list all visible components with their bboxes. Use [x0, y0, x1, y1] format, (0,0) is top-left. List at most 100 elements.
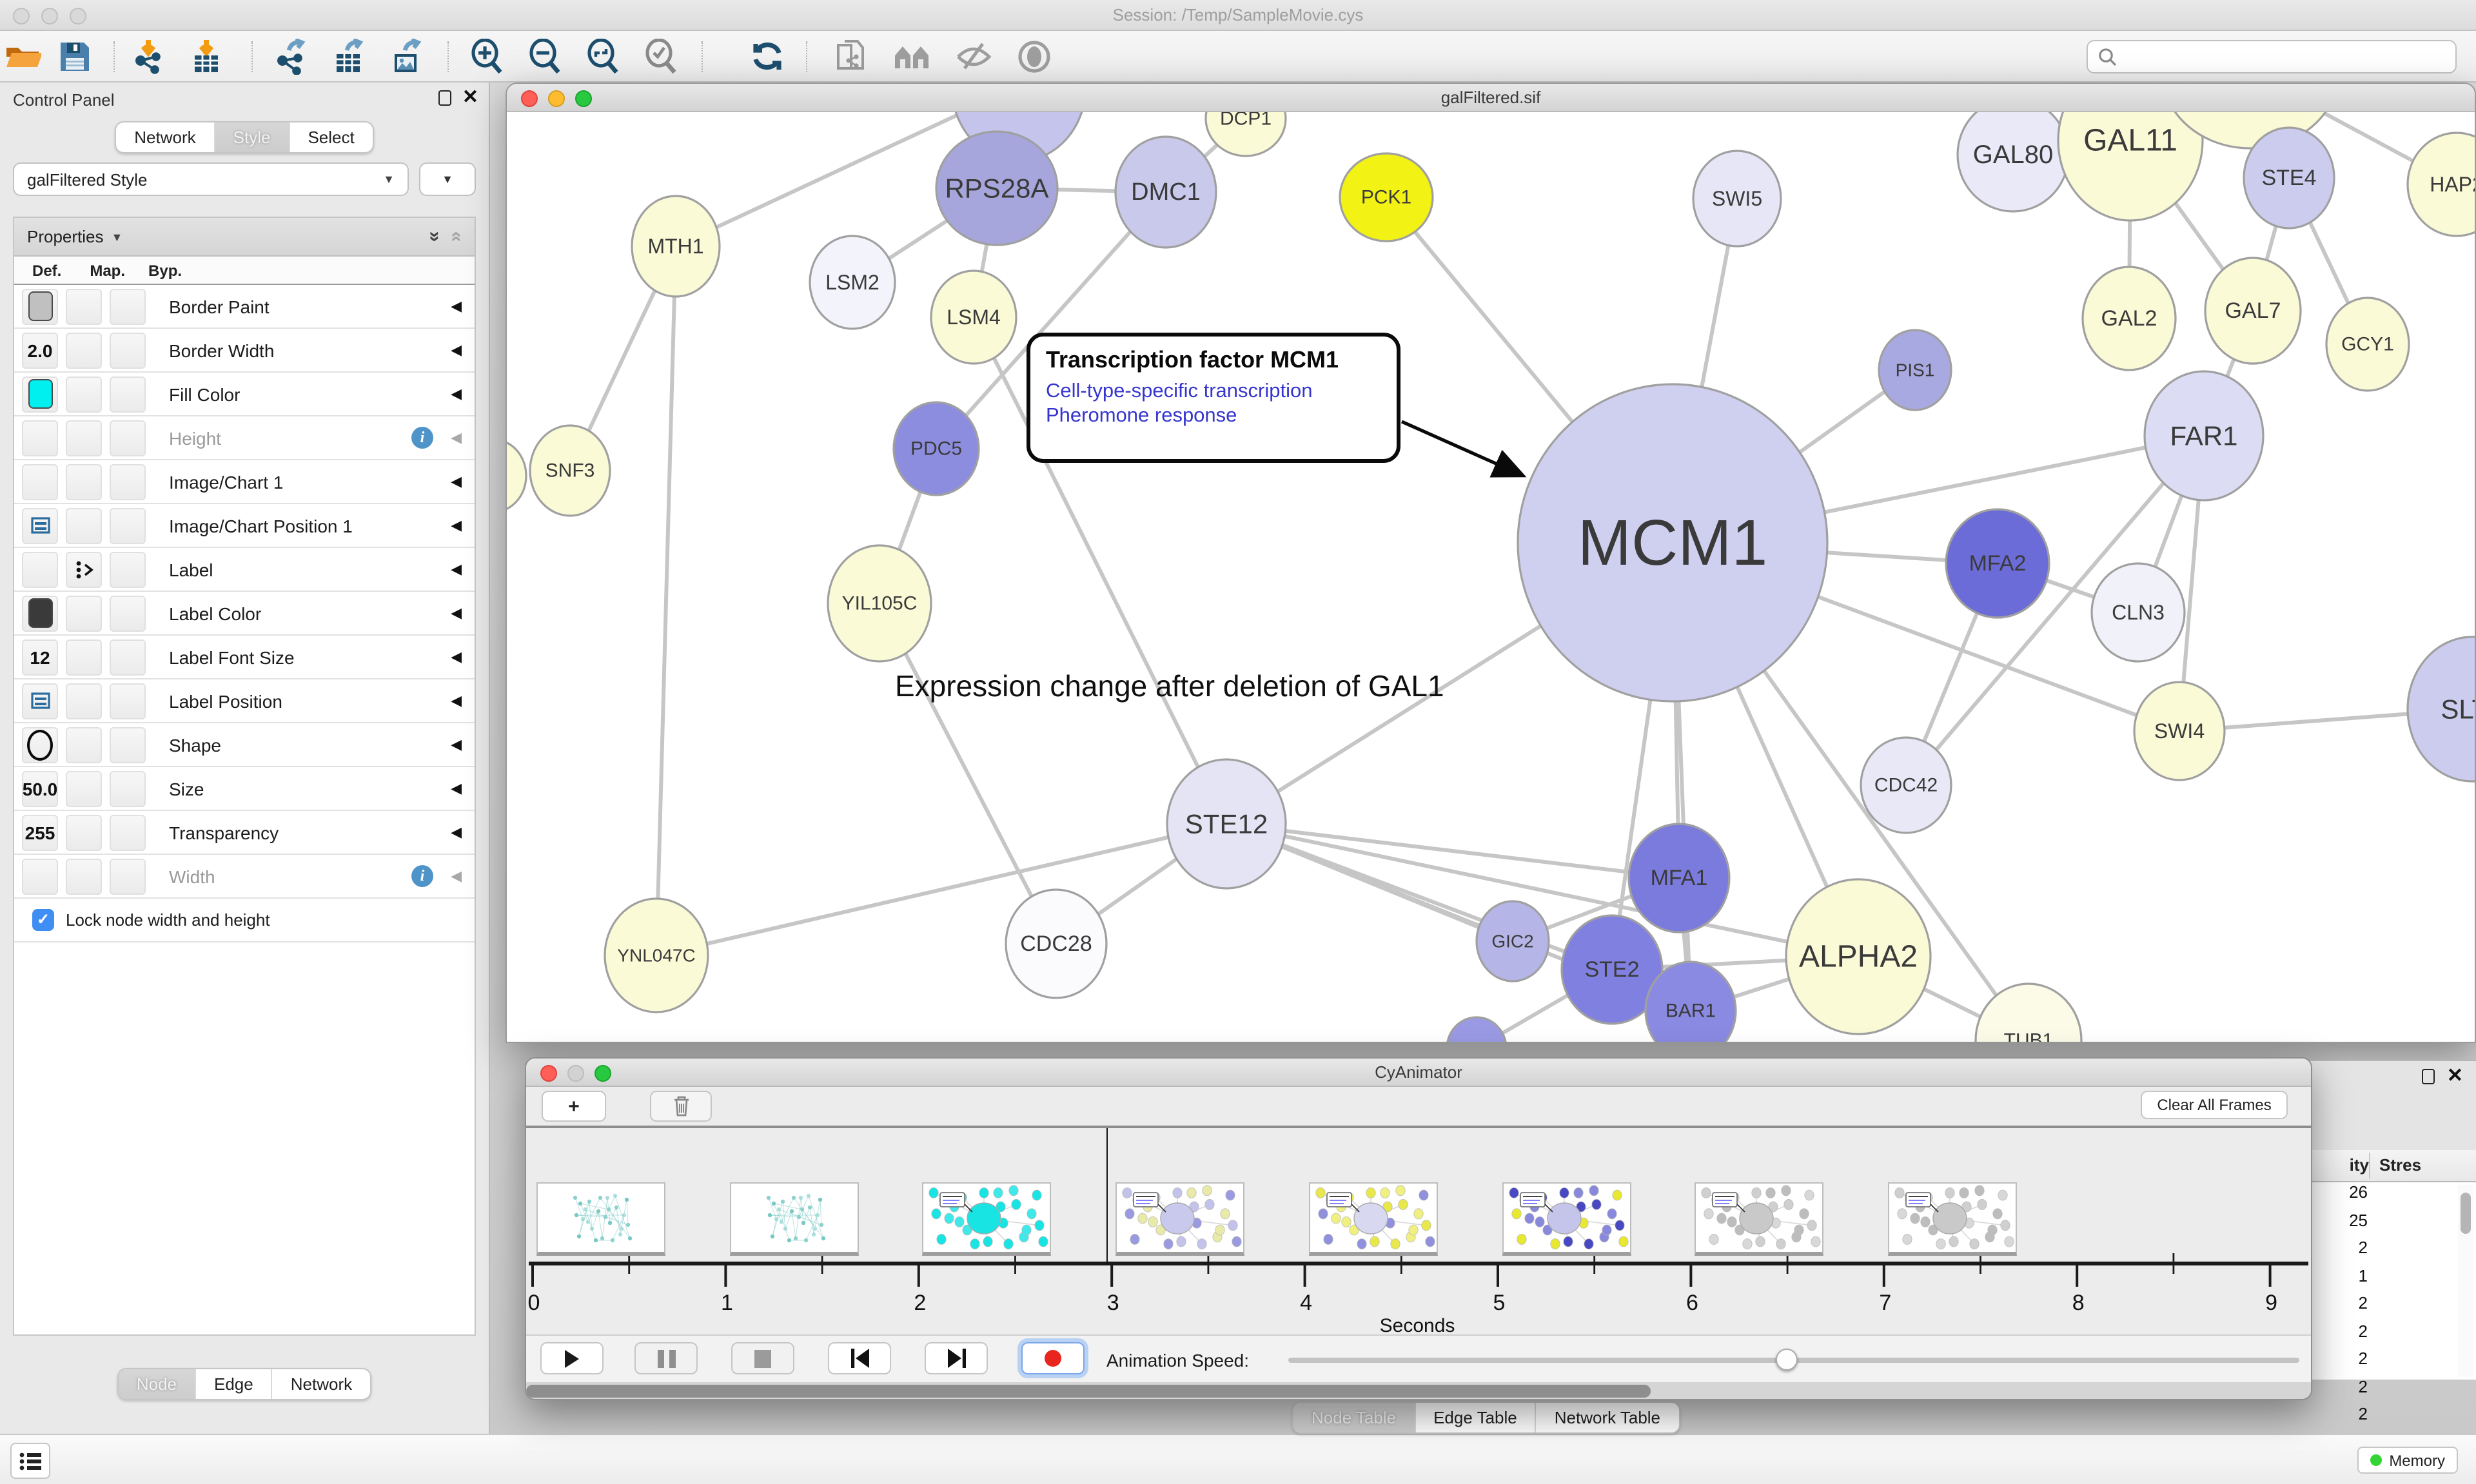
- global-search[interactable]: [2087, 40, 2457, 73]
- float-panel-icon[interactable]: [439, 90, 452, 106]
- property-row[interactable]: 12Label Font Size◀: [14, 636, 475, 679]
- tab-node-table[interactable]: Node Table: [1293, 1403, 1414, 1432]
- empty-cell[interactable]: [22, 858, 58, 894]
- empty-cell[interactable]: [66, 376, 102, 412]
- empty-cell[interactable]: [110, 727, 146, 763]
- network-node-ste12[interactable]: STE12: [1167, 759, 1286, 888]
- expand-all-icon[interactable]: »: [424, 231, 446, 242]
- property-row[interactable]: Image/Chart Position 1◀: [14, 504, 475, 548]
- chevron-down-icon[interactable]: ▼: [112, 230, 123, 243]
- property-row[interactable]: Heighti◀: [14, 416, 475, 460]
- table-row[interactable]: 2: [2310, 1238, 2476, 1265]
- network-node-hap2[interactable]: HAP2: [2408, 133, 2475, 236]
- empty-cell[interactable]: [110, 288, 146, 324]
- empty-cell[interactable]: [66, 727, 102, 763]
- empty-cell[interactable]: [110, 376, 146, 412]
- network-edge[interactable]: [656, 246, 676, 955]
- info-icon[interactable]: i: [411, 865, 433, 887]
- empty-cell[interactable]: [66, 420, 102, 456]
- network-node-gal80[interactable]: GAL80: [1958, 112, 2068, 211]
- property-row[interactable]: Widthi◀: [14, 855, 475, 899]
- skip-to-end-button[interactable]: [925, 1342, 988, 1374]
- empty-cell[interactable]: [66, 683, 102, 719]
- annotation-text[interactable]: Expression change after deletion of GAL1: [895, 669, 1444, 704]
- expand-row-icon[interactable]: ◀: [451, 298, 462, 315]
- network-node-rps28a[interactable]: RPS28A: [936, 132, 1057, 245]
- empty-cell[interactable]: [66, 332, 102, 368]
- network-node-mfa2[interactable]: MFA2: [1946, 509, 2049, 618]
- annotation-box[interactable]: Transcription factor MCM1 Cell-type-spec…: [1027, 333, 1400, 463]
- close-panel-icon[interactable]: ✕: [2447, 1069, 2463, 1084]
- add-frame-button[interactable]: +: [542, 1091, 606, 1122]
- table-row[interactable]: 2: [2310, 1376, 2476, 1404]
- style-options-button[interactable]: ▼: [419, 162, 476, 196]
- network-node-tub1[interactable]: TUB1: [1976, 984, 2081, 1043]
- clear-all-frames-button[interactable]: Clear All Frames: [2141, 1091, 2288, 1119]
- float-panel-icon[interactable]: [2422, 1069, 2435, 1084]
- network-node-gal7[interactable]: GAL7: [2205, 258, 2301, 364]
- expand-row-icon[interactable]: ◀: [451, 780, 462, 797]
- animation-speed-slider[interactable]: [1288, 1358, 2299, 1363]
- table-row[interactable]: 2: [2310, 1404, 2476, 1432]
- property-row[interactable]: Label◀: [14, 548, 475, 592]
- zoom-out-icon[interactable]: [525, 37, 564, 76]
- network-node-pis1[interactable]: PIS1: [1879, 330, 1951, 410]
- cyanimator-titlebar[interactable]: CyAnimator: [526, 1059, 2311, 1087]
- memory-status-badge[interactable]: Memory: [2357, 1447, 2458, 1474]
- default-value[interactable]: 2.0: [22, 332, 58, 368]
- network-node-cln3[interactable]: CLN3: [2092, 563, 2185, 661]
- network-node-pck1[interactable]: PCK1: [1340, 153, 1433, 241]
- network-node-mth1[interactable]: MTH1: [632, 196, 720, 297]
- position-icon[interactable]: [22, 683, 58, 719]
- empty-cell[interactable]: [110, 551, 146, 587]
- network-node-pdc5[interactable]: PDC5: [894, 402, 979, 495]
- slider-handle[interactable]: [1776, 1349, 1798, 1371]
- empty-cell[interactable]: [110, 332, 146, 368]
- default-value[interactable]: 255: [22, 814, 58, 850]
- frame-thumbnail-3[interactable]: [1115, 1182, 1244, 1256]
- color-swatch[interactable]: [22, 288, 58, 324]
- frame-thumbnail-4[interactable]: [1309, 1182, 1438, 1256]
- table-row[interactable]: 2: [2310, 1293, 2476, 1321]
- ellipse-shape-icon[interactable]: [22, 727, 58, 763]
- expand-row-icon[interactable]: ◀: [451, 605, 462, 621]
- refresh-layout-icon[interactable]: [748, 37, 787, 76]
- timeline-playhead[interactable]: [1106, 1128, 1107, 1264]
- expand-row-icon[interactable]: ◀: [451, 692, 462, 709]
- frame-thumbnail-6[interactable]: [1695, 1182, 1823, 1256]
- property-row[interactable]: 2.0Border Width◀: [14, 329, 475, 373]
- export-table-icon[interactable]: [329, 37, 368, 76]
- expand-row-icon[interactable]: ◀: [451, 517, 462, 534]
- table-row[interactable]: 2: [2310, 1321, 2476, 1349]
- close-panel-icon[interactable]: ✕: [462, 90, 478, 106]
- table-row[interactable]: 25: [2310, 1210, 2476, 1238]
- empty-cell[interactable]: [66, 464, 102, 500]
- network-node-lsm2[interactable]: LSM2: [810, 236, 895, 329]
- network-node-swi5[interactable]: SWI5: [1693, 151, 1781, 246]
- network-node-gal2[interactable]: GAL2: [2083, 267, 2176, 370]
- open-session-icon[interactable]: [4, 37, 43, 76]
- network-node-dcp1[interactable]: DCP1: [1206, 112, 1286, 156]
- stop-button[interactable]: [731, 1342, 794, 1374]
- scrollbar-thumb[interactable]: [526, 1384, 1651, 1397]
- network-node-lsm4[interactable]: LSM4: [931, 271, 1016, 364]
- network-node-yil105c[interactable]: YIL105C: [828, 545, 931, 661]
- network-node-slt2[interactable]: SLT2: [2408, 637, 2475, 781]
- network-window-titlebar[interactable]: galFiltered.sif: [507, 84, 2475, 112]
- checkbox-checked-icon[interactable]: ✓: [32, 909, 54, 931]
- empty-cell[interactable]: [66, 288, 102, 324]
- tab-network[interactable]: Network: [116, 122, 213, 152]
- empty-cell[interactable]: [110, 858, 146, 894]
- expand-row-icon[interactable]: ◀: [451, 736, 462, 753]
- frame-thumbnail-7[interactable]: [1888, 1182, 2017, 1256]
- network-node-cdc28[interactable]: CDC28: [1006, 890, 1106, 998]
- expand-row-icon[interactable]: ◀: [451, 824, 462, 841]
- network-node-gic2[interactable]: GIC2: [1477, 901, 1549, 981]
- import-network-icon[interactable]: [129, 37, 168, 76]
- network-node-ynl047c[interactable]: YNL047C: [605, 899, 708, 1012]
- style-dropdown[interactable]: galFiltered Style ▼: [13, 162, 409, 196]
- empty-cell[interactable]: [66, 507, 102, 543]
- network-node-alpha2[interactable]: ALPHA2: [1786, 879, 1931, 1034]
- empty-cell[interactable]: [66, 639, 102, 675]
- table-row[interactable]: 2: [2310, 1349, 2476, 1376]
